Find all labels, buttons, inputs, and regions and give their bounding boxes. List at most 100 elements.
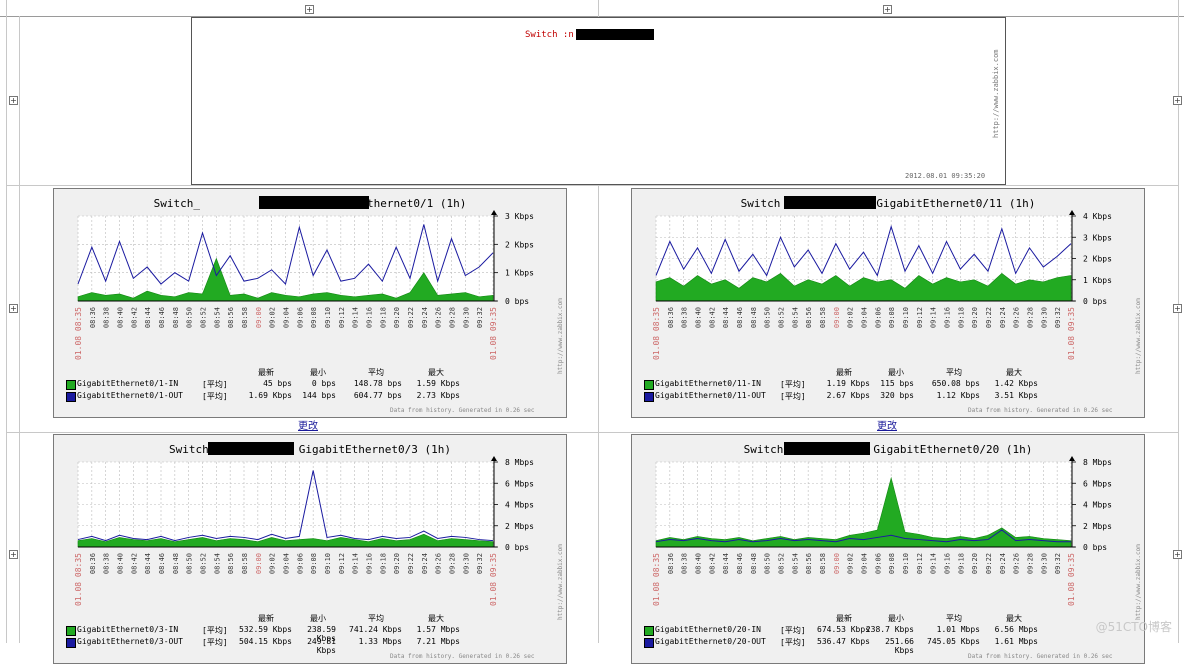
x-tick-label: 09:16 xyxy=(366,307,374,328)
y-tick-label: 0 bps xyxy=(1083,543,1107,552)
legend-avg: 745.05 Kbps xyxy=(927,637,980,646)
x-tick-label: 08:36 xyxy=(667,307,675,328)
legend-header-max: 最大 xyxy=(1006,614,1022,623)
y-tick-label: 2 Mbps xyxy=(1083,522,1112,531)
legend-latest: 45 bps xyxy=(263,379,292,388)
x-tick-label: 09:16 xyxy=(944,307,952,328)
legend-latest: 2.67 Kbps xyxy=(826,391,870,400)
legend-header-min: 最小 xyxy=(888,614,904,623)
change-link[interactable]: 更改 xyxy=(298,417,318,432)
change-link[interactable]: 更改 xyxy=(877,417,897,432)
y-axis-arrow xyxy=(491,456,497,461)
x-tick-label: 08:52 xyxy=(200,307,208,328)
top-header-row xyxy=(0,0,1184,17)
legend-avg: 148.78 bps xyxy=(353,379,402,388)
x-tick-label: 08:56 xyxy=(805,307,813,328)
y-tick-label: 6 Mbps xyxy=(505,479,534,488)
legend-header-min: 最小 xyxy=(310,368,326,377)
y-tick-label: 4 Mbps xyxy=(1083,501,1112,510)
y-tick-label: 2 Kbps xyxy=(505,240,534,249)
x-tick-label: 08:50 xyxy=(764,553,772,574)
legend-header-latest: 最新 xyxy=(258,614,274,623)
x-tick-label: 09:14 xyxy=(352,307,360,328)
x-tick-label: 08:38 xyxy=(103,553,111,574)
x-tick-label: 09:10 xyxy=(902,307,910,328)
x-tick-label: 08:58 xyxy=(241,553,249,574)
x-tick-label: 09:24 xyxy=(421,307,429,328)
legend-swatch xyxy=(644,380,654,390)
x-tick-label: 08:40 xyxy=(695,307,703,328)
y-axis-arrow xyxy=(1069,210,1075,215)
overview-url: http://www.zabbix.com xyxy=(992,49,1000,138)
x-tick-label: 09:06 xyxy=(296,307,304,328)
x-tick-label: 01.08 09:35 xyxy=(489,553,498,606)
x-tick-label: 09:10 xyxy=(902,553,910,574)
x-tick-label: 08:36 xyxy=(89,307,97,328)
y-tick-label: 2 Mbps xyxy=(505,522,534,531)
x-tick-label: 09:08 xyxy=(310,307,318,328)
x-tick-label: 09:26 xyxy=(1013,307,1021,328)
x-tick-label: 09:26 xyxy=(435,307,443,328)
expand-icon[interactable]: + xyxy=(9,96,18,105)
legend-header-avg: 平均 xyxy=(946,614,962,623)
x-tick-label: 01.08 09:35 xyxy=(1067,307,1076,360)
x-tick-label: 08:38 xyxy=(681,553,689,574)
y-tick-label: 1 Kbps xyxy=(1083,276,1112,285)
x-tick-label: 08:54 xyxy=(213,553,221,574)
legend-latest: 1.69 Kbps xyxy=(248,391,292,400)
x-tick-label: 09:30 xyxy=(462,307,470,328)
legend-latest: 532.59 Kbps xyxy=(239,625,292,634)
legend-agg: [平均] xyxy=(202,392,228,401)
x-tick-label: 09:14 xyxy=(930,553,938,574)
x-tick-label: 09:02 xyxy=(847,307,855,328)
x-tick-label: 01.08 08:35 xyxy=(74,307,83,360)
x-tick-label: 09:22 xyxy=(407,553,415,574)
x-tick-label: 09:28 xyxy=(1027,307,1035,328)
legend-header-latest: 最新 xyxy=(836,614,852,623)
x-tick-label: 08:36 xyxy=(89,553,97,574)
x-tick-label: 09:06 xyxy=(296,553,304,574)
legend-min: 320 bps xyxy=(880,391,914,400)
legend-swatch xyxy=(66,638,76,648)
expand-icon[interactable]: + xyxy=(1173,304,1182,313)
legend-max: 1.61 Mbps xyxy=(994,637,1038,646)
x-tick-label: 08:46 xyxy=(736,307,744,328)
zabbix-url: http://www.zabbix.com xyxy=(1135,544,1142,620)
legend-agg: [平均] xyxy=(780,380,806,389)
x-tick-label: 09:30 xyxy=(462,553,470,574)
x-tick-label: 01.08 09:35 xyxy=(1067,553,1076,606)
legend-header-max: 最大 xyxy=(428,368,444,377)
legend-avg: 1.12 Kbps xyxy=(936,391,980,400)
expand-icon[interactable]: + xyxy=(1173,550,1182,559)
x-tick-label: 09:04 xyxy=(861,307,869,328)
y-tick-label: 3 Kbps xyxy=(505,212,534,221)
x-tick-label: 09:04 xyxy=(283,553,291,574)
x-tick-label: 09:32 xyxy=(476,553,484,574)
legend-header-min: 最小 xyxy=(888,368,904,377)
legend-max: 2.73 Kbps xyxy=(416,391,460,400)
x-tick-label: 09:16 xyxy=(944,553,952,574)
overview-title: Switch :n xyxy=(525,30,574,40)
zabbix-url: http://www.zabbix.com xyxy=(1135,298,1142,374)
x-tick-label: 08:44 xyxy=(144,307,152,328)
legend-header-avg: 平均 xyxy=(368,614,384,623)
x-tick-label: 08:40 xyxy=(695,553,703,574)
left-border xyxy=(6,0,7,643)
x-tick-label: 08:56 xyxy=(227,307,235,328)
x-tick-label: 09:10 xyxy=(324,553,332,574)
expand-icon[interactable]: + xyxy=(9,550,18,559)
x-tick-label: 08:54 xyxy=(791,553,799,574)
legend-latest: 674.53 Kbps xyxy=(817,625,870,634)
x-tick-label: 09:14 xyxy=(930,307,938,328)
expand-icon[interactable]: + xyxy=(305,5,314,14)
x-tick-label: 09:12 xyxy=(338,307,346,328)
legend-series-name: GigabitEthernet0/1-IN xyxy=(77,379,179,388)
x-tick-label: 09:32 xyxy=(1054,307,1062,328)
x-tick-label: 09:06 xyxy=(874,307,882,328)
expand-icon[interactable]: + xyxy=(9,304,18,313)
expand-icon[interactable]: + xyxy=(883,5,892,14)
x-tick-label: 08:54 xyxy=(213,307,221,328)
expand-icon[interactable]: + xyxy=(1173,96,1182,105)
generated-note: Data from history. Generated in 0.26 sec xyxy=(390,653,535,660)
x-tick-label: 08:48 xyxy=(750,553,758,574)
